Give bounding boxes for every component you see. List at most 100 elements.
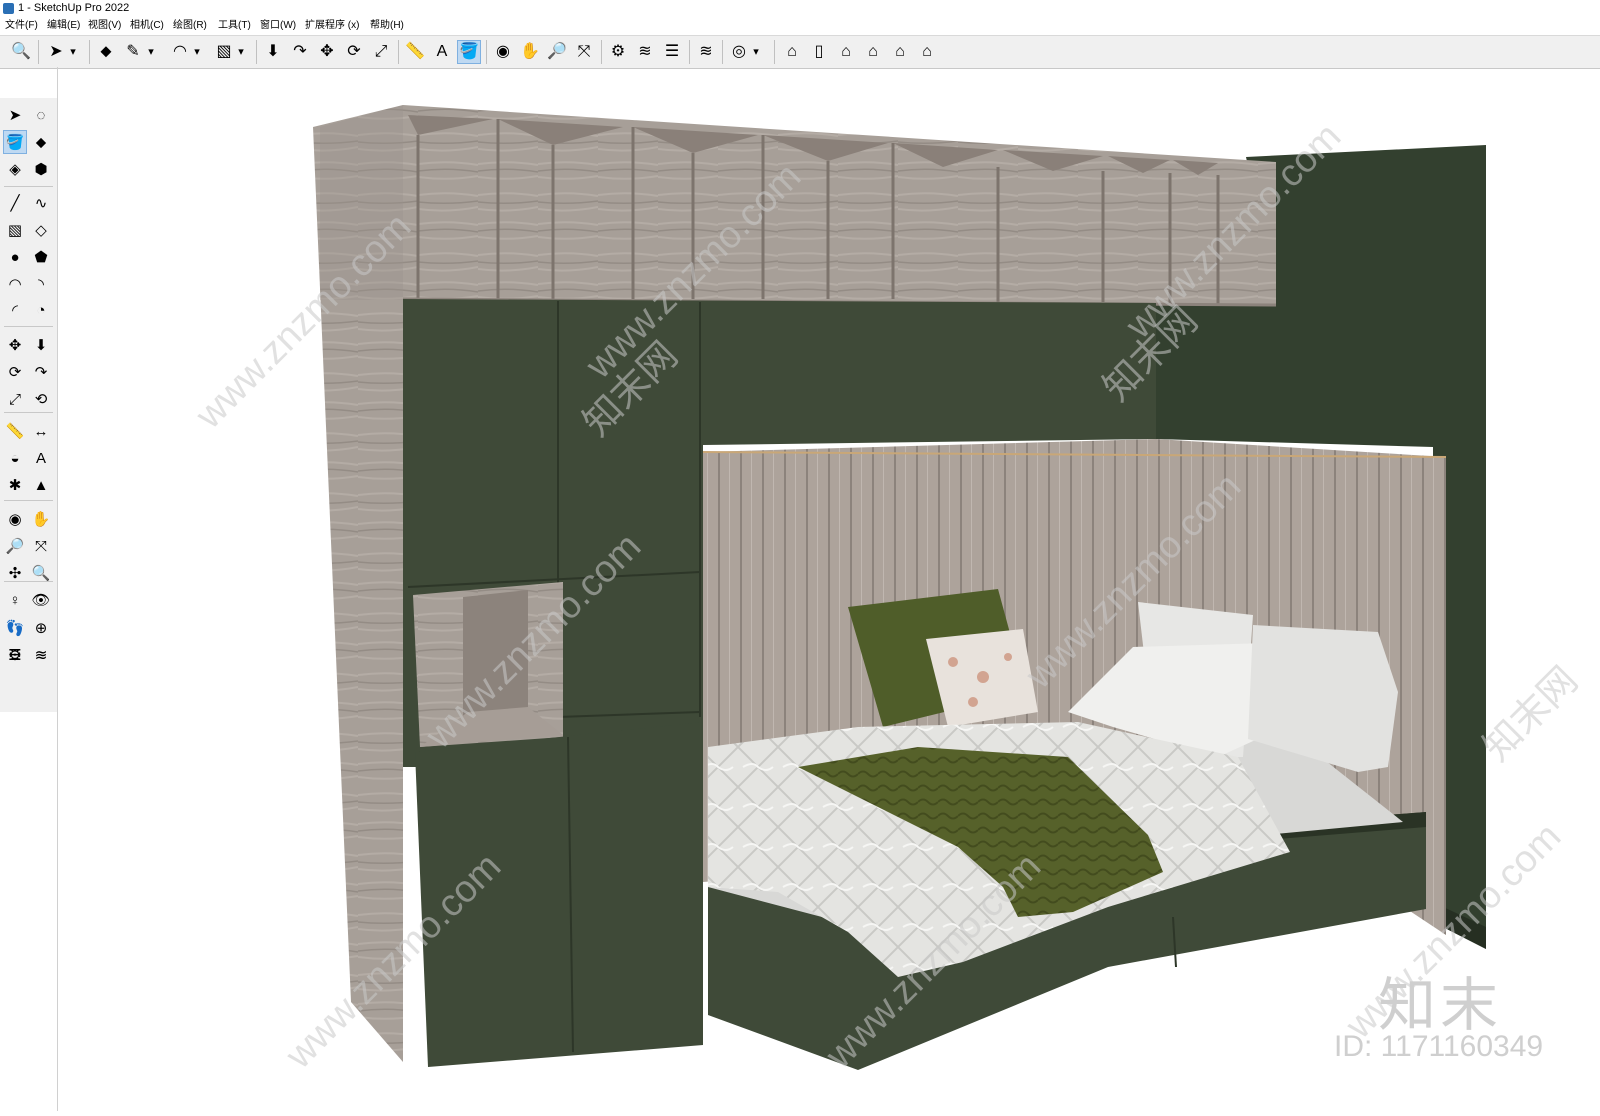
layout-tool-icon[interactable]: ≋	[30, 644, 52, 666]
back-view-icon[interactable]: ⌂	[889, 41, 911, 63]
rectangle-dropdown-icon[interactable]: ▾	[236, 41, 246, 63]
menu-item-0[interactable]: 文件(F)	[5, 17, 38, 34]
menu-item-2[interactable]: 视图(V)	[88, 17, 121, 34]
layers-tool-icon[interactable]: ☰	[4, 644, 26, 666]
tape-measure-icon[interactable]: 📏	[404, 41, 426, 63]
palette-separator	[4, 500, 53, 501]
right-view-icon[interactable]: ▯	[808, 41, 830, 63]
palette-separator	[4, 581, 53, 582]
rotated-rectangle-tool-icon[interactable]: ◇	[30, 219, 52, 241]
menu-item-8[interactable]: 帮助(H)	[370, 17, 404, 34]
toolbar-separator	[774, 40, 775, 64]
front-view-icon[interactable]: ⌂	[835, 41, 857, 63]
move-icon[interactable]: ✥	[316, 41, 338, 63]
zoom-window-icon[interactable]: ⤧	[573, 41, 595, 63]
zoom-extents-icon[interactable]: 🔍	[10, 41, 32, 63]
menu-item-4[interactable]: 绘图(R)	[173, 17, 207, 34]
move-tool-icon[interactable]: ✥	[4, 334, 26, 356]
model-render	[313, 105, 1486, 1070]
menu-item-1[interactable]: 编辑(E)	[47, 17, 80, 34]
scale-tool-icon[interactable]: ⤢	[4, 388, 26, 410]
orbit-small-icon[interactable]: ◌	[30, 104, 52, 126]
pencil-icon[interactable]: ✎	[122, 41, 144, 63]
tag-tool-icon[interactable]: ⬢	[30, 158, 52, 180]
menu-item-5[interactable]: 工具(T)	[218, 17, 251, 34]
paint-tool-icon[interactable]: 🪣	[3, 130, 27, 154]
polygon-tool-icon[interactable]: ⬟	[30, 246, 52, 268]
push-pull-icon[interactable]: ⬇	[262, 41, 284, 63]
arc-icon[interactable]: ◠	[169, 41, 191, 63]
line-tool-icon[interactable]: ╱	[4, 192, 26, 214]
tape-tool-icon[interactable]: 📏	[4, 420, 26, 442]
toolbar-separator	[601, 40, 602, 64]
position-camera-tool-icon[interactable]: ♀	[4, 589, 26, 611]
palette-separator	[4, 186, 53, 187]
palette-separator	[4, 326, 53, 327]
dimension-tool-icon[interactable]: ↔	[30, 420, 52, 442]
rectangle-icon[interactable]: ▧	[213, 41, 235, 63]
toolbar-separator	[89, 40, 90, 64]
watermark-image-id: ID: 1171160349	[1334, 1030, 1544, 1063]
toolbar-separator	[689, 40, 690, 64]
sketchup-app-icon	[3, 3, 14, 14]
select-icon[interactable]: ➤	[45, 41, 67, 63]
walk-tool-icon[interactable]: 👣	[4, 617, 26, 639]
profile-dropdown-icon[interactable]: ▾	[751, 41, 761, 63]
left-tool-palette: ➤ ◌ 🪣 ⬥ ◈ ⬢ ╱ ∿ ▧ ◇ ● ⬟ ◠ ◝ ◜ ◔ ✥ ⬇ ⟳ ↷ ⤢ ⟲ 📏 ↔ ◒ A ✱ ▲ ◉ ✋ 🔎 ⤧ ✣ 🔍 ♀ 👁 👣 ⊕ ⚙ ≋…	[0, 98, 58, 712]
palette-separator	[4, 412, 53, 413]
left-view-icon[interactable]: ⌂	[916, 41, 938, 63]
three-point-arc-tool-icon[interactable]: ◜	[4, 299, 26, 321]
protractor-tool-icon[interactable]: ◒	[4, 447, 26, 469]
select-dropdown-icon[interactable]: ▾	[68, 41, 78, 63]
eraser-tool-icon[interactable]: ⬥	[30, 131, 52, 153]
follow-me-tool-icon[interactable]: ↷	[30, 361, 52, 383]
eraser-icon[interactable]: ⬥	[95, 41, 117, 63]
pan-tool-icon[interactable]: ✋	[30, 508, 52, 530]
rotate-icon[interactable]: ⟳	[343, 41, 365, 63]
freehand-tool-icon[interactable]: ∿	[30, 192, 52, 214]
zoom-tool-icon[interactable]: 🔎	[4, 535, 26, 557]
two-point-arc-tool-icon[interactable]: ◝	[30, 273, 52, 295]
model-viewport[interactable]: www.znzmo.com www.znzmo.com www.znzmo.co…	[58, 67, 1600, 1111]
menu-item-3[interactable]: 相机(C)	[130, 17, 164, 34]
scale-icon[interactable]: ⤢	[370, 41, 392, 63]
text-icon[interactable]: A	[431, 41, 453, 63]
layers-icon[interactable]: ☰	[661, 41, 683, 63]
toolbar-separator	[38, 40, 39, 64]
section-plane-tool-icon[interactable]: ⊕	[30, 617, 52, 639]
offset-tool-icon[interactable]: ⟲	[30, 388, 52, 410]
arc-dropdown-icon[interactable]: ▾	[192, 41, 202, 63]
toolbar-separator	[486, 40, 487, 64]
orbit-tool-icon[interactable]: ◉	[4, 508, 26, 530]
rotate-tool-icon[interactable]: ⟳	[4, 361, 26, 383]
push-pull-tool-icon[interactable]: ⬇	[30, 334, 52, 356]
pie-tool-icon[interactable]: ◔	[30, 299, 52, 321]
arc-tool-icon[interactable]: ◠	[4, 273, 26, 295]
rectangle-tool-icon[interactable]: ▧	[4, 219, 26, 241]
window-title: 1 - SketchUp Pro 2022	[18, 2, 130, 14]
circle-tool-icon[interactable]: ●	[4, 246, 26, 268]
select-tool-icon[interactable]: ➤	[4, 104, 26, 126]
paint-bucket-icon[interactable]: 🪣	[457, 40, 481, 64]
profile-icon[interactable]: ◎	[728, 41, 750, 63]
send-to-layout-icon[interactable]: ≋	[695, 41, 717, 63]
follow-me-icon[interactable]: ↷	[289, 41, 311, 63]
zoom-icon[interactable]: 🔎	[546, 41, 568, 63]
look-around-tool-icon[interactable]: 👁	[30, 589, 52, 611]
axes-tool-icon[interactable]: ✱	[4, 474, 26, 496]
component-tool-icon[interactable]: ◈	[4, 158, 26, 180]
toolbar-separator	[256, 40, 257, 64]
menu-item-7[interactable]: 扩展程序 (x)	[305, 17, 359, 34]
3d-text-tool-icon[interactable]: ▲	[30, 474, 52, 496]
zoom-window-tool-icon[interactable]: ⤧	[30, 535, 52, 557]
warehouse-icon[interactable]: ⚙	[607, 41, 629, 63]
orbit-icon[interactable]: ◉	[492, 41, 514, 63]
text-tool-icon[interactable]: A	[30, 447, 52, 469]
pan-icon[interactable]: ✋	[519, 41, 541, 63]
top-view-icon[interactable]: ⌂	[862, 41, 884, 63]
toolbar-separator	[398, 40, 399, 64]
extension-warehouse-icon[interactable]: ≋	[634, 41, 656, 63]
iso-view-icon[interactable]: ⌂	[781, 41, 803, 63]
menu-item-6[interactable]: 窗口(W)	[260, 17, 296, 34]
pencil-dropdown-icon[interactable]: ▾	[146, 41, 156, 63]
